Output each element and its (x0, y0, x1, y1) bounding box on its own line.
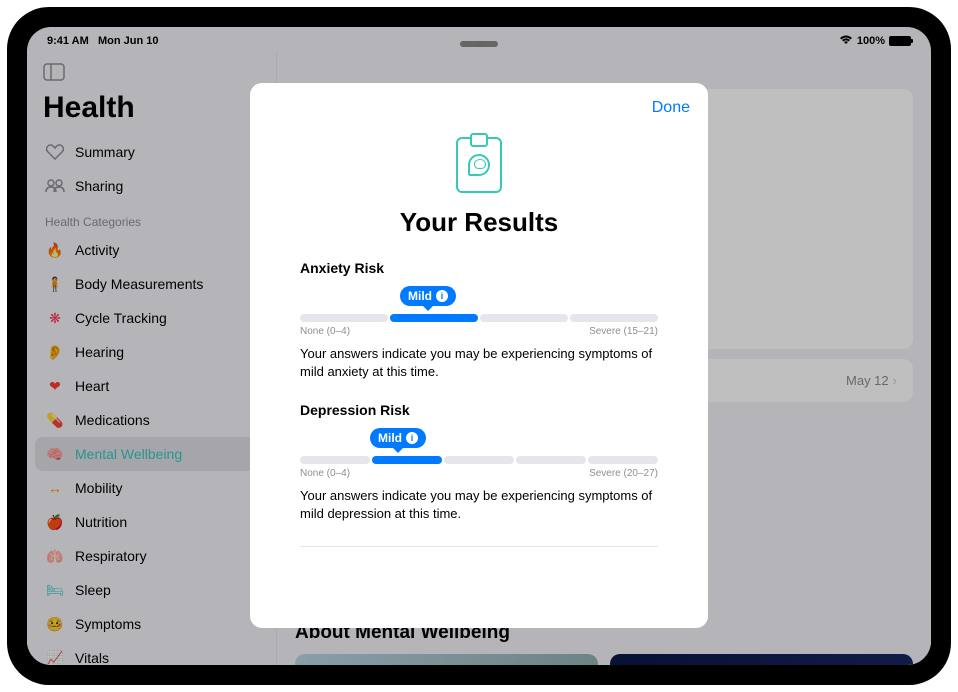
scale-min: None (0–4) (300, 326, 350, 337)
depression-badge[interactable]: Mild i (370, 428, 426, 448)
scale-segment (300, 314, 388, 322)
brain-head-icon (468, 154, 490, 176)
anxiety-label: Anxiety Risk (300, 260, 658, 276)
screen: ••• 9:41 AM Mon Jun 10 100% Health (27, 27, 931, 665)
scale-segment (516, 456, 586, 464)
scale-segment (390, 314, 478, 322)
scale-segment (588, 456, 658, 464)
scale-segment (300, 456, 370, 464)
anxiety-risk-block: Anxiety Risk Mild i None (0–4) Severe (1… (268, 260, 690, 380)
anxiety-desc: Your answers indicate you may be experie… (300, 345, 658, 380)
anxiety-badge-text: Mild (408, 289, 432, 303)
info-icon: i (436, 290, 448, 302)
scale-min: None (0–4) (300, 468, 350, 479)
anxiety-scale-labels: None (0–4) Severe (15–21) (300, 326, 658, 337)
depression-scale (300, 456, 658, 464)
scale-max: Severe (20–27) (589, 468, 658, 479)
depression-risk-block: Depression Risk Mild i None (0–4) Severe… (268, 402, 690, 522)
modal-header: Done (268, 99, 690, 117)
depression-desc: Your answers indicate you may be experie… (300, 487, 658, 522)
scale-segment (480, 314, 568, 322)
scale-segment (372, 456, 442, 464)
scale-segment (444, 456, 514, 464)
scale-segment (570, 314, 658, 322)
done-button[interactable]: Done (652, 99, 690, 117)
divider (300, 546, 658, 547)
scale-max: Severe (15–21) (589, 326, 658, 337)
depression-label: Depression Risk (300, 402, 658, 418)
clipboard-icon (456, 137, 502, 193)
modal-title: Your Results (268, 207, 690, 238)
info-icon: i (406, 432, 418, 444)
modal-icon-wrap (268, 137, 690, 193)
depression-scale-labels: None (0–4) Severe (20–27) (300, 468, 658, 479)
ipad-frame: ••• 9:41 AM Mon Jun 10 100% Health (7, 7, 951, 685)
anxiety-scale (300, 314, 658, 322)
depression-badge-text: Mild (378, 431, 402, 445)
anxiety-badge[interactable]: Mild i (400, 286, 456, 306)
results-modal: Done Your Results Anxiety Risk Mild i (250, 83, 708, 628)
